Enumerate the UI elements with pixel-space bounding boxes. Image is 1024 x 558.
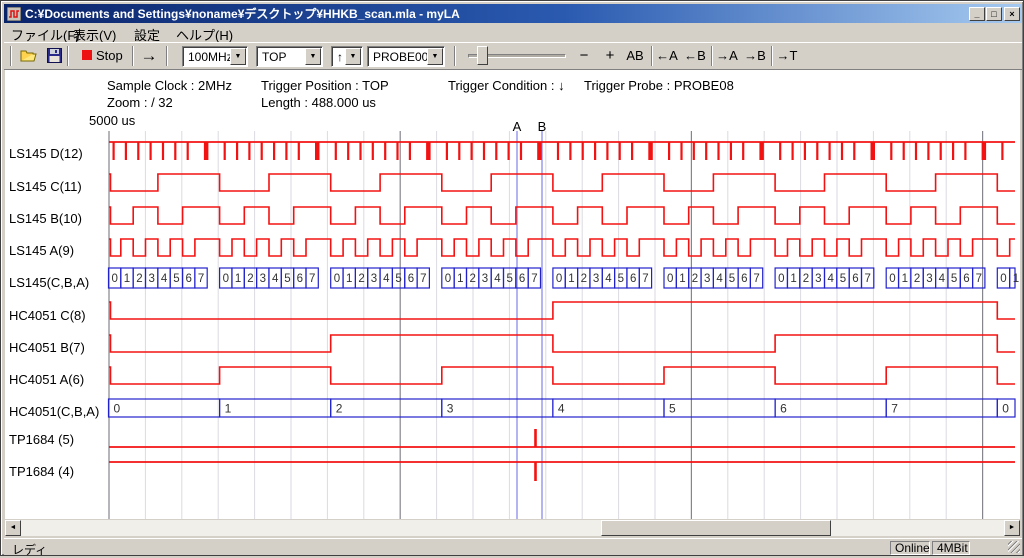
toolbar-separator: [771, 46, 773, 66]
open-file-button[interactable]: [18, 45, 40, 67]
open-folder-icon: [20, 48, 38, 64]
stop-button[interactable]: Stop: [76, 45, 128, 67]
trigger-edge-value: ↑: [337, 50, 343, 64]
cursor-a-label[interactable]: A: [511, 119, 523, 134]
save-file-button[interactable]: [43, 45, 65, 67]
channel-label: TP1684 (5): [9, 432, 74, 447]
goto-trigger-button[interactable]: →T: [774, 45, 800, 67]
trigger-position-value: TOP: [262, 50, 286, 64]
move-cursor-b-right-button[interactable]: →B: [742, 45, 768, 67]
run-button[interactable]: →: [137, 45, 161, 67]
zoom-slider-handle[interactable]: [477, 46, 488, 65]
cursor-b-label[interactable]: B: [536, 119, 548, 134]
move-cursor-b-left-button[interactable]: ←B: [682, 45, 708, 67]
status-bar: レディ Online 4MBit: [4, 538, 1022, 555]
resize-grip-icon[interactable]: [1008, 541, 1020, 553]
sample-clock-info: Sample Clock : 2MHz: [107, 78, 232, 93]
move-cursor-a-left-button[interactable]: ←A: [654, 45, 680, 67]
trigger-probe-info: Trigger Probe : PROBE08: [584, 78, 734, 93]
zoom-in-button[interactable]: +: [600, 45, 620, 67]
app-window: { "window": { "title": "C:¥Documents and…: [0, 0, 1024, 556]
chevron-down-icon[interactable]: ▼: [305, 48, 321, 65]
app-icon: [7, 7, 21, 21]
menu-bar: ファイル(F) 表示(V) 設定 ヘルプ(H): [4, 23, 1022, 42]
maximize-button[interactable]: □: [986, 7, 1002, 21]
channel-label: TP1684 (4): [9, 464, 74, 479]
scroll-right-icon[interactable]: ►: [1004, 520, 1020, 536]
channel-label: HC4051 C(8): [9, 308, 86, 323]
toolbar-separator: [132, 46, 134, 66]
zoom-info: Zoom : / 32: [107, 95, 173, 110]
stop-label: Stop: [96, 48, 123, 63]
status-ready-text: レディ: [12, 541, 47, 558]
stop-square-icon: [82, 50, 92, 60]
chevron-down-icon[interactable]: ▼: [230, 48, 246, 65]
close-button[interactable]: ×: [1004, 7, 1020, 21]
channel-label: LS145 C(11): [9, 179, 82, 194]
toolbar: Stop → 100MHz ▼ TOP ▼ ↑ ▼ PROBE00 ▼ − + …: [4, 42, 1022, 69]
channel-label: HC4051(C,B,A): [9, 404, 99, 419]
probe-value: PROBE00: [373, 50, 428, 64]
scroll-left-icon[interactable]: ◄: [5, 520, 21, 536]
waveform-client-area[interactable]: [5, 70, 1020, 519]
channel-label: LS145 A(9): [9, 243, 74, 258]
scrollbar-thumb[interactable]: [601, 520, 831, 536]
trigger-position-combo[interactable]: TOP ▼: [256, 46, 323, 67]
chevron-down-icon[interactable]: ▼: [427, 48, 443, 65]
chevron-down-icon[interactable]: ▼: [345, 48, 361, 65]
length-info: Length : 488.000 us: [261, 95, 376, 110]
minimize-button[interactable]: _: [969, 7, 985, 21]
toolbar-separator: [711, 46, 713, 66]
channel-label: LS145 D(12): [9, 146, 83, 161]
probe-combo[interactable]: PROBE00 ▼: [367, 46, 445, 67]
title-bar[interactable]: C:¥Documents and Settings¥noname¥デスクトップ¥…: [4, 4, 1022, 23]
channel-label: HC4051 A(6): [9, 372, 84, 387]
toolbar-separator: [67, 46, 69, 66]
move-cursor-a-right-button[interactable]: →A: [714, 45, 740, 67]
toolbar-gripper: [10, 46, 12, 66]
zoom-out-button[interactable]: −: [574, 45, 594, 67]
toolbar-separator: [166, 46, 168, 66]
channel-label: LS145 B(10): [9, 211, 82, 226]
trigger-edge-combo[interactable]: ↑ ▼: [331, 46, 363, 67]
trigger-position-info: Trigger Position : TOP: [261, 78, 389, 93]
sample-clock-value: 100MHz: [188, 50, 233, 64]
sample-clock-combo[interactable]: 100MHz ▼: [182, 46, 248, 67]
ab-range-button[interactable]: AB: [622, 45, 648, 67]
status-memory-badge: 4MBit: [932, 541, 970, 555]
save-floppy-icon: [47, 48, 62, 63]
timebase-label: 5000 us: [89, 113, 135, 128]
channel-label: LS145(C,B,A): [9, 275, 89, 290]
channel-label: HC4051 B(7): [9, 340, 85, 355]
toolbar-separator: [454, 46, 456, 66]
window-title: C:¥Documents and Settings¥noname¥デスクトップ¥…: [25, 5, 460, 22]
trigger-condition-info: Trigger Condition : ↓: [448, 78, 565, 93]
horizontal-scrollbar[interactable]: ◄ ►: [5, 520, 1020, 536]
toolbar-separator: [651, 46, 653, 66]
status-online-badge: Online: [890, 541, 930, 555]
